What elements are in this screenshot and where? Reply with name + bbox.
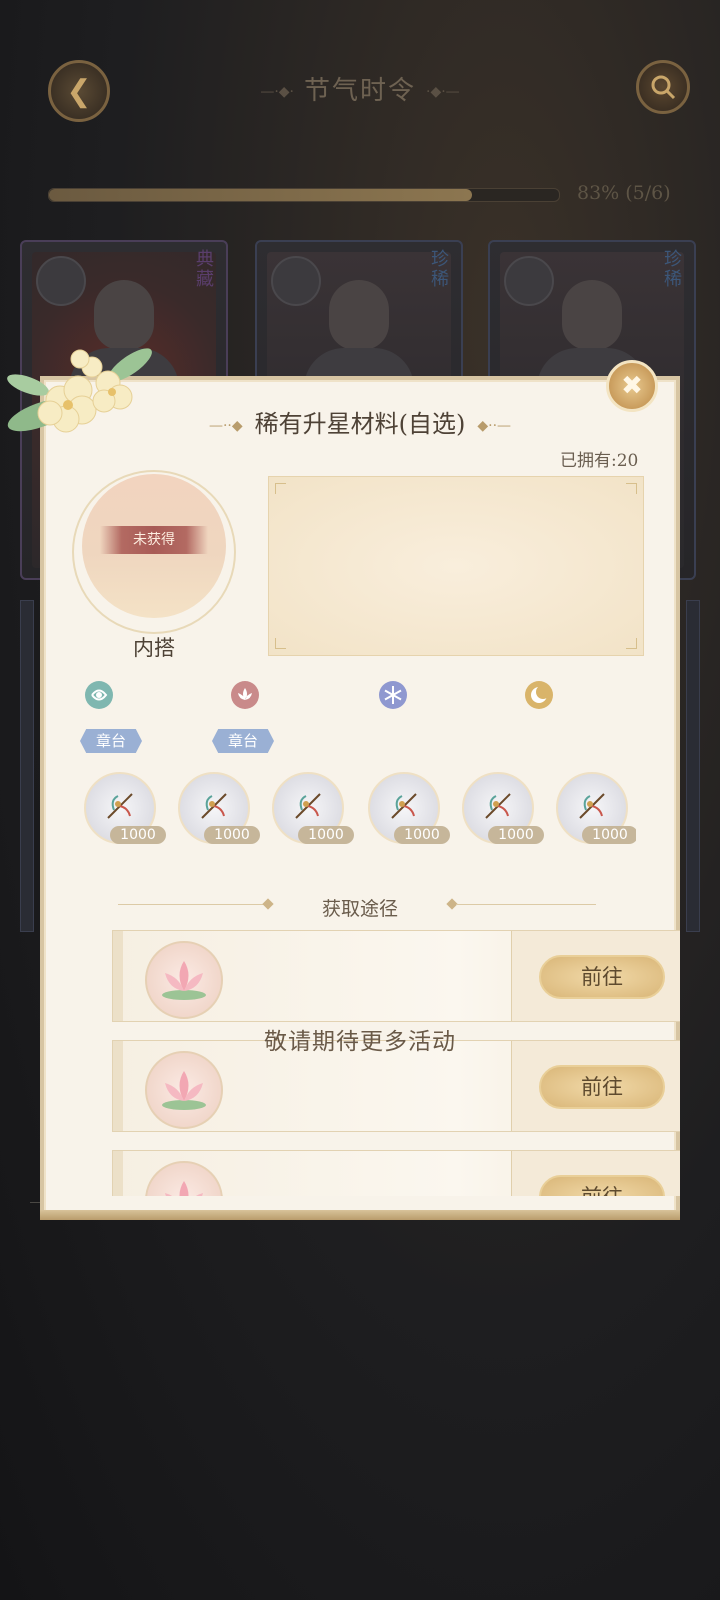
dialog-title: —··◆ 稀有升星材料(自选) ◆··—: [0, 404, 720, 439]
item-count: 1000: [110, 826, 166, 844]
rarity-label: 典藏: [196, 249, 214, 290]
title-ornament-right: ·◆·—: [426, 84, 460, 100]
material-item[interactable]: 1000: [174, 768, 260, 848]
hairpin-icon: [295, 793, 321, 819]
progress-text: 83% (5/6): [577, 182, 671, 204]
character-face: [562, 280, 622, 350]
search-button[interactable]: [636, 60, 690, 114]
item-count: 1000: [204, 826, 260, 844]
corner-ornament: [275, 638, 286, 649]
lock-icon: [504, 256, 554, 306]
screen-title-text: 节气时令: [303, 76, 416, 106]
material-item[interactable]: 1000: [268, 768, 354, 848]
lotus-icon: [162, 961, 206, 1000]
go-button[interactable]: 前往: [539, 955, 665, 999]
hairpin-icon: [201, 793, 227, 819]
character-face: [94, 280, 154, 350]
title-ornament-right: ◆··—: [477, 417, 512, 434]
lotus-icon: [165, 1181, 203, 1196]
corner-ornament: [626, 483, 637, 494]
item-type-label: 内搭: [133, 636, 175, 660]
rarity-label: 珍稀: [664, 249, 682, 290]
dialog-title-text: 稀有升星材料(自选): [254, 410, 466, 438]
snowflake-icon-shape: [379, 681, 407, 709]
source-route-row: 前往: [112, 930, 680, 1022]
lock-icon: [271, 256, 321, 306]
item-count: 1000: [582, 826, 636, 844]
side-panel-left: [20, 600, 34, 932]
top-bar: ❮ —·◆· 节气时令 ·◆·—: [0, 50, 720, 130]
hairpin-icon: [391, 793, 417, 819]
row-split: [511, 931, 512, 1021]
material-item-list[interactable]: 1000 1000 1000 1000 1000 1000: [80, 768, 636, 848]
lock-icon: [36, 256, 86, 306]
material-item[interactable]: 1000: [552, 768, 636, 848]
section-title: 获取途径: [321, 898, 398, 920]
search-icon: [651, 75, 676, 100]
moon-icon-shape: [525, 681, 553, 709]
row-split: [511, 1151, 512, 1196]
owned-count: 已拥有:20: [560, 451, 639, 471]
corner-ornament: [275, 483, 286, 494]
character-face: [329, 280, 389, 350]
lotus-icon: [162, 1071, 206, 1110]
dialog-bottom-trim: [40, 1210, 680, 1220]
item-count: 1000: [488, 826, 544, 844]
go-button[interactable]: 前往: [539, 1175, 665, 1196]
moon-icon[interactable]: [522, 678, 556, 712]
coming-soon-text: 敬请期待更多活动: [264, 1029, 456, 1055]
material-item[interactable]: 1000: [80, 768, 166, 848]
row-accent: [113, 931, 123, 1021]
wind-icon-shape: [85, 681, 113, 709]
progress-fill: [49, 189, 473, 201]
material-item[interactable]: 1000: [364, 768, 450, 848]
section-divider-right: [456, 904, 596, 905]
go-button[interactable]: 前往: [539, 1065, 665, 1109]
status-badge: 未获得: [100, 526, 208, 554]
wind-icon[interactable]: [82, 678, 116, 712]
row-accent: [113, 1151, 123, 1196]
source-route-list[interactable]: 前往 前往 前往: [40, 920, 680, 1196]
title-ornament-left: —··◆: [208, 417, 243, 434]
material-item[interactable]: 1000: [458, 768, 544, 848]
close-icon: ✖: [621, 371, 643, 401]
side-panel-right: [686, 600, 700, 932]
rarity-label: 珍稀: [431, 249, 449, 290]
set-tag: 章台: [80, 729, 142, 753]
screen-title: —·◆· 节气时令 ·◆·—: [0, 70, 720, 107]
hairpin-icon: [485, 793, 511, 819]
item-count: 1000: [394, 826, 450, 844]
set-tag: 章台: [212, 729, 274, 753]
lotus-icon[interactable]: [228, 678, 262, 712]
hairpin-icon: [107, 793, 133, 819]
snowflake-icon[interactable]: [376, 678, 410, 712]
collection-progress-bar: [48, 188, 560, 202]
lotus-icon-shape: [231, 681, 259, 709]
source-route-row: 前往: [112, 1150, 680, 1196]
title-ornament-left: —·◆·: [260, 84, 294, 100]
description-panel: [268, 476, 644, 656]
item-count: 1000: [298, 826, 354, 844]
corner-ornament: [626, 638, 637, 649]
hairpin-icon: [579, 793, 605, 819]
